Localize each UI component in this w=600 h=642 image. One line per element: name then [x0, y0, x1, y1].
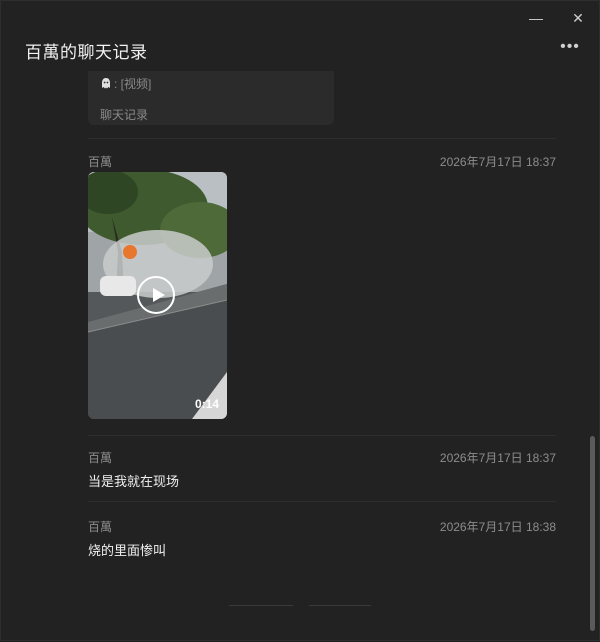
- more-button[interactable]: •••: [557, 38, 583, 56]
- message-list: : [视频] 聊天记录 百萬 2026年7月17日 18:37 0:14 百萬 …: [1, 71, 587, 642]
- card-label: 聊天记录: [100, 108, 149, 122]
- message-time: 2026年7月17日 18:37: [439, 155, 556, 169]
- message-time: 2026年7月17日 18:37: [439, 451, 556, 465]
- bottom-divider: [309, 605, 371, 606]
- minimize-icon: —: [529, 10, 543, 26]
- video-thumbnail[interactable]: 0:14: [88, 172, 227, 419]
- bottom-divider: [229, 605, 293, 606]
- scrollbar-thumb[interactable]: [590, 436, 595, 631]
- chat-history-window: — ✕ 百萬的聊天记录 ••• : [视频] 聊天记录 百萬 2026年7月17…: [0, 0, 600, 641]
- message-time: 2026年7月17日 18:38: [439, 520, 556, 534]
- more-icon: •••: [560, 38, 580, 55]
- window-title: 百萬的聊天记录: [25, 43, 148, 62]
- close-button[interactable]: ✕: [567, 9, 589, 27]
- chat-history-card[interactable]: : [视频] 聊天记录: [88, 71, 334, 125]
- ghost-icon: [102, 78, 110, 89]
- divider: [88, 138, 556, 139]
- message-sender: 百萬: [88, 451, 113, 465]
- message-sender: 百萬: [88, 155, 113, 169]
- divider: [88, 435, 556, 436]
- title-bar: — ✕ 百萬的聊天记录 •••: [1, 1, 599, 71]
- divider: [88, 501, 556, 502]
- minimize-button[interactable]: —: [525, 9, 547, 27]
- message-text: 烧的里面惨叫: [88, 543, 167, 558]
- card-preview: : [视频]: [100, 75, 151, 92]
- message-text: 当是我就在现场: [88, 474, 180, 489]
- card-preview-text: : [视频]: [114, 77, 152, 91]
- message-sender: 百萬: [88, 520, 113, 534]
- video-duration: 0:14: [194, 397, 219, 411]
- play-icon: [137, 276, 175, 314]
- close-icon: ✕: [572, 10, 584, 26]
